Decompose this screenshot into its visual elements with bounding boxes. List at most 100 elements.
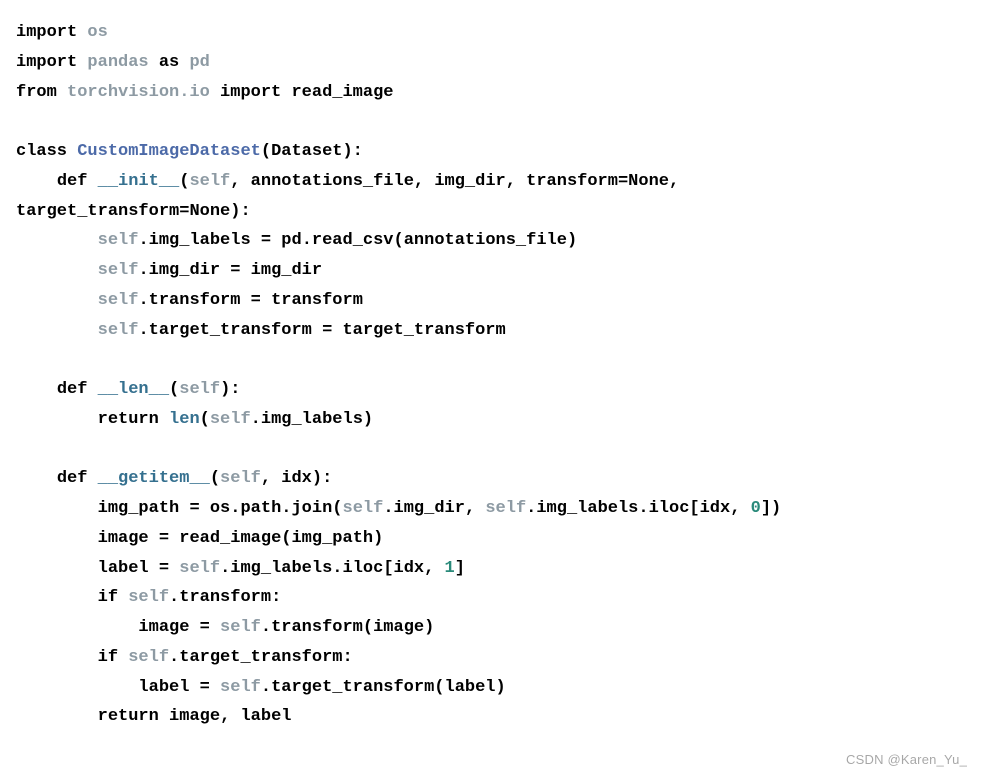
arg-annotations-file: annotations_file — [404, 231, 567, 250]
var-image: image — [138, 618, 189, 637]
attr-target-transform: target_transform — [149, 321, 312, 340]
kw-import: import — [16, 53, 77, 72]
param-transform: transform — [526, 172, 618, 191]
self: self — [189, 172, 230, 191]
kw-if: if — [98, 588, 118, 607]
ret-label: label — [240, 707, 291, 726]
code-line: self.transform = transform — [16, 291, 363, 310]
iloc: iloc — [649, 499, 690, 518]
num-one: 1 — [445, 559, 455, 578]
kw-def: def — [57, 172, 88, 191]
self: self — [220, 618, 261, 637]
self: self — [128, 648, 169, 667]
code-line: self.img_labels = pd.read_csv(annotation… — [16, 231, 577, 250]
rhs-transform: transform — [271, 291, 363, 310]
self: self — [98, 291, 139, 310]
blank-line — [16, 440, 26, 459]
fn-getitem: __getitem__ — [98, 469, 210, 488]
kw-class: class — [16, 142, 67, 161]
kw-as: as — [159, 53, 179, 72]
idx: idx — [700, 499, 731, 518]
var-label: label — [138, 678, 189, 697]
code-line: def __getitem__(self, idx): — [16, 469, 332, 488]
blank-line — [16, 112, 26, 131]
self: self — [179, 559, 220, 578]
kw-return: return — [98, 410, 159, 429]
param-img-dir: img_dir — [434, 172, 505, 191]
code-line: label = self.target_transform(label) — [16, 678, 506, 697]
path: path — [240, 499, 281, 518]
code-line: def __init__(self, annotations_file, img… — [16, 172, 679, 191]
os: os — [210, 499, 230, 518]
code-line: img_path = os.path.join(self.img_dir, se… — [16, 499, 781, 518]
code-line: image = read_image(img_path) — [16, 529, 383, 548]
self: self — [98, 261, 139, 280]
fn-target-transform: target_transform — [271, 678, 434, 697]
img-labels: img_labels — [230, 559, 332, 578]
code-line: class CustomImageDataset(Dataset): — [16, 142, 363, 161]
code-line: target_transform=None): — [16, 202, 251, 221]
code-line: return len(self.img_labels) — [16, 410, 373, 429]
kw-return: return — [98, 707, 159, 726]
kw-import: import — [16, 23, 77, 42]
code-line: from torchvision.io import read_image — [16, 83, 394, 102]
attr-transform: transform — [149, 291, 241, 310]
code-line: def __len__(self): — [16, 380, 240, 399]
code-line: import pandas as pd — [16, 53, 210, 72]
name-read-image: read_image — [291, 83, 393, 102]
self: self — [179, 380, 220, 399]
self: self — [220, 469, 261, 488]
mod-torchvision-io: torchvision.io — [67, 83, 210, 102]
num-zero: 0 — [751, 499, 761, 518]
kw-if: if — [98, 648, 118, 667]
join: join — [291, 499, 332, 518]
none: None — [189, 202, 230, 221]
code-line: return image, label — [16, 707, 291, 726]
fn-transform: transform — [271, 618, 363, 637]
img-labels: img_labels — [536, 499, 638, 518]
class-name: CustomImageDataset — [77, 142, 261, 161]
iloc: iloc — [343, 559, 384, 578]
rhs-target-transform: target_transform — [342, 321, 505, 340]
kw-def: def — [57, 380, 88, 399]
rhs-img-dir: img_dir — [251, 261, 322, 280]
self: self — [485, 499, 526, 518]
code-line: if self.transform: — [16, 588, 281, 607]
arg-label: label — [445, 678, 496, 697]
base-class: Dataset — [271, 142, 342, 161]
none: None — [628, 172, 669, 191]
param-target-transform: target_transform — [16, 202, 179, 221]
arg-image: image — [373, 618, 424, 637]
builtin-len: len — [169, 410, 200, 429]
self: self — [343, 499, 384, 518]
code-line: label = self.img_labels.iloc[idx, 1] — [16, 559, 465, 578]
self: self — [98, 231, 139, 250]
code-block: import os import pandas as pd from torch… — [0, 0, 981, 748]
attr-target-transform: target_transform — [179, 648, 342, 667]
idx: idx — [394, 559, 425, 578]
var-image: image — [98, 529, 149, 548]
attr-transform: transform — [179, 588, 271, 607]
fn-read-csv: read_csv — [312, 231, 394, 250]
kw-def: def — [57, 469, 88, 488]
blank-line — [16, 350, 26, 369]
var-img-path: img_path — [98, 499, 180, 518]
watermark: CSDN @Karen_Yu_ — [846, 749, 967, 772]
kw-import: import — [220, 83, 281, 102]
attr-img-labels: img_labels — [149, 231, 251, 250]
kw-from: from — [16, 83, 57, 102]
fn-init: __init__ — [98, 172, 180, 191]
fn-len: __len__ — [98, 380, 169, 399]
self: self — [128, 588, 169, 607]
code-line: if self.target_transform: — [16, 648, 353, 667]
attr-img-dir: img_dir — [149, 261, 220, 280]
code-line: import os — [16, 23, 108, 42]
attr-img-labels: img_labels — [261, 410, 363, 429]
mod-os: os — [87, 23, 107, 42]
code-line: image = self.transform(image) — [16, 618, 434, 637]
alias-pd: pd — [189, 53, 209, 72]
var-label: label — [98, 559, 149, 578]
code-line: self.img_dir = img_dir — [16, 261, 322, 280]
param-annotations-file: annotations_file — [251, 172, 414, 191]
arg-img-path: img_path — [291, 529, 373, 548]
